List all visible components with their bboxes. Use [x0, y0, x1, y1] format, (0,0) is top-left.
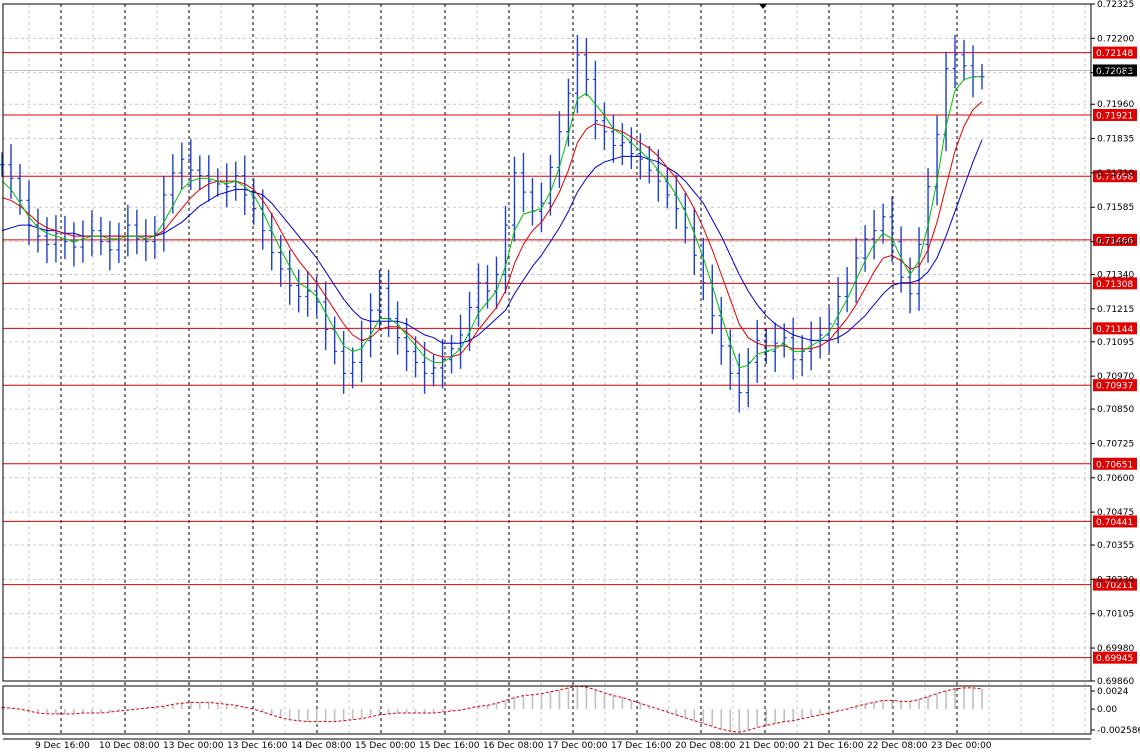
price-tick-label: 0.71835: [1097, 135, 1134, 145]
level-label: 0.70441: [1096, 518, 1133, 528]
time-label: 14 Dec 08:00: [291, 741, 352, 751]
price-tick-label: 0.70230: [1097, 575, 1134, 585]
price-tick-label: 0.71960: [1097, 100, 1134, 110]
price-tick-label: 0.70850: [1097, 405, 1134, 415]
price-tick-label: 0.71215: [1097, 305, 1134, 315]
time-axis: 9 Dec 16:00 10 Dec 08:00 13 Dec 00:00 13 De…: [35, 741, 992, 751]
level-label: 0.70651: [1096, 460, 1133, 470]
time-label: 13 Dec 16:00: [227, 741, 288, 751]
time-label: 10 Dec 08:00: [99, 741, 160, 751]
time-label: 16 Dec 08:00: [483, 741, 544, 751]
level-label: 0.70937: [1096, 382, 1133, 392]
price-tick-label: 0.72325: [1097, 0, 1134, 10]
price-tick-label: 0.69860: [1097, 677, 1134, 687]
price-tick-label: 0.70475: [1097, 508, 1134, 518]
level-label: 0.72148: [1096, 49, 1133, 59]
oscillator-tick-label: 0.00: [1097, 705, 1117, 715]
chart-background: [0, 0, 1140, 756]
price-tick-label: 0.70725: [1097, 439, 1134, 449]
price-tick-label: 0.70355: [1097, 541, 1134, 551]
price-chart[interactable]: 0.721480.719210.716980.714660.713080.711…: [0, 0, 1140, 756]
price-tick-label: 0.70970: [1097, 372, 1134, 382]
time-label: 15 Dec 16:00: [419, 741, 480, 751]
price-tick-label: 0.71095: [1097, 338, 1134, 348]
level-label: 0.71308: [1096, 280, 1133, 290]
price-tick-label: 0.69980: [1097, 644, 1134, 654]
price-tick-label: 0.72200: [1097, 34, 1134, 44]
level-label: 0.71921: [1096, 111, 1133, 121]
level-label: 0.71144: [1096, 325, 1133, 335]
time-label: 20 Dec 08:00: [675, 741, 736, 751]
level-label: 0.69945: [1096, 654, 1133, 664]
time-label: 21 Dec 16:00: [803, 741, 864, 751]
time-label: 22 Dec 08:00: [867, 741, 928, 751]
oscillator-tick-label: 0.0024: [1097, 687, 1129, 697]
time-label: 17 Dec 16:00: [611, 741, 672, 751]
price-tick-label: 0.71340: [1097, 271, 1134, 281]
price-tick-label: 0.72075: [1097, 69, 1134, 79]
time-label: 13 Dec 00:00: [163, 741, 224, 751]
price-tick-label: 0.70105: [1097, 610, 1134, 620]
oscillator-tick-label: -0.002586: [1097, 726, 1140, 736]
price-tick-label: 0.71460: [1097, 238, 1134, 248]
price-tick-label: 0.71585: [1097, 203, 1134, 213]
price-tick-label: 0.71710: [1097, 169, 1134, 179]
time-label: 17 Dec 00:00: [547, 741, 608, 751]
time-label: 23 Dec 00:00: [931, 741, 992, 751]
time-label: 15 Dec 00:00: [355, 741, 416, 751]
time-label: 21 Dec 00:00: [739, 741, 800, 751]
price-tick-label: 0.70600: [1097, 474, 1134, 484]
price-axis: 0.72325 0.72200 0.72075 0.71960 0.71835 0.717…: [1091, 0, 1134, 687]
time-label: 9 Dec 16:00: [35, 741, 90, 751]
